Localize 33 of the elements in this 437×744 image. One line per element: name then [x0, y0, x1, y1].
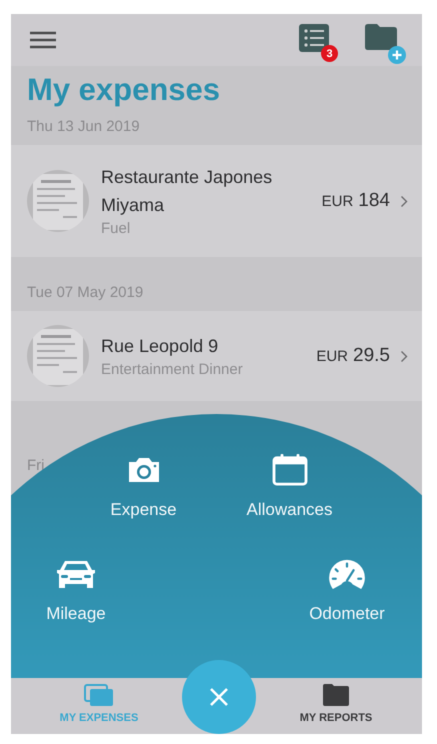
count-badge: 3: [321, 45, 338, 62]
calendar-icon: [270, 454, 308, 486]
action-label[interactable]: Expense: [110, 500, 177, 520]
folder-icon: [365, 24, 397, 50]
speedometer-icon: [327, 558, 367, 590]
expense-row[interactable]: Restaurante Japones Miyama Fuel EUR 184: [11, 145, 422, 257]
currency-text: EUR: [316, 348, 348, 365]
chevron-icon: [400, 194, 408, 208]
folder-icon: [323, 684, 349, 706]
currency-text: EUR: [322, 193, 354, 210]
tab[interactable]: MY REPORTS: [290, 678, 382, 734]
date-heading: Thu 13 Jun 2019: [27, 118, 140, 135]
expense-row[interactable]: Rue Leopold 9 Entertainment Dinner EUR 29.5: [11, 311, 422, 401]
amount-text: 29.5: [353, 345, 390, 367]
new-folder-button[interactable]: [365, 24, 406, 64]
cards-icon: [84, 684, 114, 706]
merchant-name: Rue Leopold 9: [101, 335, 220, 358]
menu-icon[interactable]: [30, 31, 56, 49]
page-title: My expenses: [26, 71, 221, 109]
merchant-name: Restaurante Japones Miyama: [101, 166, 274, 217]
car-icon: [56, 558, 96, 590]
date-heading: Fri: [27, 457, 44, 474]
action-label[interactable]: Allowances: [246, 500, 332, 520]
amount-text: 184: [358, 190, 390, 212]
action-label[interactable]: Odometer: [309, 604, 385, 624]
category-text: Fuel: [101, 219, 132, 239]
plus-icon: [388, 46, 406, 64]
category-text: Entertainment Dinner: [101, 360, 244, 380]
date-heading: Tue 07 May 2019: [27, 284, 144, 301]
close-icon: [209, 687, 229, 707]
action-label[interactable]: Mileage: [46, 604, 106, 624]
list-button[interactable]: 3: [299, 24, 340, 64]
chevron-icon: [400, 350, 408, 362]
